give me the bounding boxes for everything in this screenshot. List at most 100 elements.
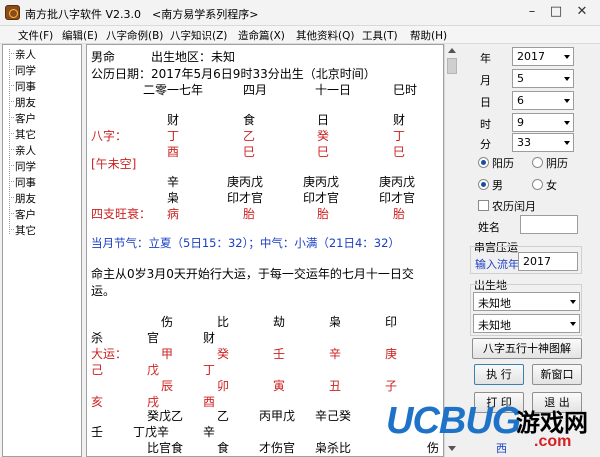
dayun-zhi-3: 寅 <box>273 379 286 393</box>
leap-month-label: 农历闰月 <box>492 200 536 213</box>
menu-bazi-cases[interactable]: 八字命例(B) <box>106 28 163 43</box>
dayun-row8-3: 辛 <box>203 425 216 439</box>
chevron-down-icon <box>564 121 570 125</box>
year-label: 年 <box>480 52 491 65</box>
dayun-label: 大运： <box>91 347 128 361</box>
dayun-shishen-4: 枭 <box>329 315 342 329</box>
menu-file[interactable]: 文件(F) <box>18 28 53 43</box>
dayun-row2-3: 财 <box>203 331 216 345</box>
watermark-brand: UCBUG <box>386 400 521 442</box>
zhi-year: 酉 <box>167 145 180 159</box>
wangshuai-hour: 胎 <box>393 207 406 221</box>
scroll-up-icon[interactable] <box>448 48 456 53</box>
dayun-gan-5: 庚 <box>385 347 398 361</box>
tree-item-relatives-2[interactable]: 亲人 <box>15 143 36 158</box>
cal-hour: 巳时 <box>393 83 418 97</box>
cal-day: 十一日 <box>315 83 352 97</box>
chart-header: 男命 出生地区：未知 <box>91 50 236 64</box>
dayun-row9-3: 才伤官 <box>259 441 296 455</box>
vertical-scrollbar[interactable] <box>444 44 458 457</box>
scroll-thumb[interactable] <box>447 58 457 74</box>
dayun-gan-2: 癸 <box>217 347 230 361</box>
bazi-chart-text[interactable]: 男命 出生地区：未知 公历日期：2017年5月6日9时33分出生（北京时间） 二… <box>86 44 444 457</box>
lunar-calendar-radio[interactable] <box>532 157 543 168</box>
menu-edit[interactable]: 编辑(E) <box>62 28 98 43</box>
wangshuai-year: 病 <box>167 207 180 221</box>
dayun-shishen-5: 印 <box>385 315 398 329</box>
solar-calendar-label: 阳历 <box>492 157 514 170</box>
day-select[interactable]: 6 <box>512 91 574 110</box>
kongwang: [午未空] <box>91 157 137 171</box>
wangshuai-month: 胎 <box>243 207 256 221</box>
dayun-zhi-1: 辰 <box>161 379 174 393</box>
chevron-down-icon <box>570 322 576 326</box>
tree-item-relatives[interactable]: 亲人 <box>15 47 36 62</box>
dayun-gan-1: 甲 <box>161 347 174 361</box>
year-select[interactable]: 2017 <box>512 47 574 66</box>
city-select[interactable]: 未知地 <box>473 314 580 333</box>
tree-item-friends[interactable]: 朋友 <box>15 95 36 110</box>
menu-help[interactable]: 帮助(H) <box>410 28 447 43</box>
jieqi-line: 当月节气：立夏（5日15：32）；中气：小满（21日4：32） <box>91 236 400 250</box>
tree-item-clients[interactable]: 客户 <box>15 111 36 126</box>
close-button[interactable]: ✕ <box>572 3 592 21</box>
hour-select[interactable]: 9 <box>512 113 574 132</box>
menu-bar: 文件(F) 编辑(E) 八字命例(B) 八字知识(Z) 造命篇(X) 其他资料(… <box>0 26 600 44</box>
tree-item-colleagues[interactable]: 同事 <box>15 79 36 94</box>
gan-year: 丁 <box>167 129 180 143</box>
dayun-row6-3: 酉 <box>203 395 216 409</box>
minute-label: 分 <box>480 138 491 151</box>
wangshuai-label: 四支旺衰： <box>91 207 152 221</box>
dayun-row7-1: 癸戊乙 <box>147 409 184 423</box>
leap-month-checkbox[interactable] <box>478 200 489 211</box>
shishen-month: 食 <box>243 113 256 127</box>
dayun-shishen-2: 比 <box>217 315 230 329</box>
dayun-row4-1: 己 <box>91 363 104 377</box>
minimize-button[interactable]: – <box>522 3 542 21</box>
canggod-day: 印才官 <box>303 191 340 205</box>
liunian-input[interactable]: 2017 <box>518 252 578 271</box>
canggod-year: 枭 <box>167 191 180 205</box>
tree-item-colleagues-2[interactable]: 同事 <box>15 175 36 190</box>
female-radio[interactable] <box>532 179 543 190</box>
gan-day: 癸 <box>317 129 330 143</box>
dayun-row8-2: 丁戊辛 <box>133 425 170 439</box>
maximize-button[interactable]: □ <box>546 3 566 21</box>
chevron-down-icon <box>564 55 570 59</box>
tree-item-friends-2[interactable]: 朋友 <box>15 191 36 206</box>
province-select[interactable]: 未知地 <box>473 292 580 311</box>
month-select[interactable]: 5 <box>512 69 574 88</box>
menu-zaoming[interactable]: 造命篇(X) <box>238 28 285 43</box>
tree-item-classmates-2[interactable]: 同学 <box>15 159 36 174</box>
menu-other-data[interactable]: 其他资料(Q) <box>296 28 354 43</box>
dayun-row2-2: 官 <box>147 331 160 345</box>
solar-calendar-radio[interactable] <box>478 157 489 168</box>
menu-tools[interactable]: 工具(T) <box>362 28 398 43</box>
zhi-month: 巳 <box>243 145 256 159</box>
wuxing-shishen-diagram-button[interactable]: 八字五行十神图解 <box>472 338 582 359</box>
male-radio[interactable] <box>478 179 489 190</box>
male-label: 男 <box>492 179 503 192</box>
new-window-button[interactable]: 新窗口 <box>532 364 582 385</box>
hour-label: 时 <box>480 118 491 131</box>
tree-item-clients-2[interactable]: 客户 <box>15 207 36 222</box>
tree-item-other-2[interactable]: 其它 <box>15 223 36 238</box>
menu-bazi-knowledge[interactable]: 八字知识(Z) <box>170 28 227 43</box>
name-input[interactable] <box>520 215 578 234</box>
dayun-row7-4: 辛己癸 <box>315 409 352 423</box>
dayun-row6-1: 亥 <box>91 395 104 409</box>
tree-item-classmates[interactable]: 同学 <box>15 63 36 78</box>
watermark-site: .com <box>534 433 572 450</box>
minute-select[interactable]: 33 <box>512 133 574 152</box>
canggod-month: 印才官 <box>227 191 264 205</box>
tree-item-other[interactable]: 其它 <box>15 127 36 142</box>
gan-hour: 丁 <box>393 129 406 143</box>
cal-month: 四月 <box>243 83 268 97</box>
execute-button[interactable]: 执 行 <box>474 364 524 385</box>
app-icon <box>5 5 20 20</box>
canggod-hour: 印才官 <box>379 191 416 205</box>
dayun-gan-4: 辛 <box>329 347 342 361</box>
dayun-row8-1: 壬 <box>91 425 104 439</box>
chevron-down-icon <box>564 77 570 81</box>
title-bar: 南方批八字软件 V2.3.0 <南方易学系列程序> – □ ✕ <box>0 0 600 26</box>
